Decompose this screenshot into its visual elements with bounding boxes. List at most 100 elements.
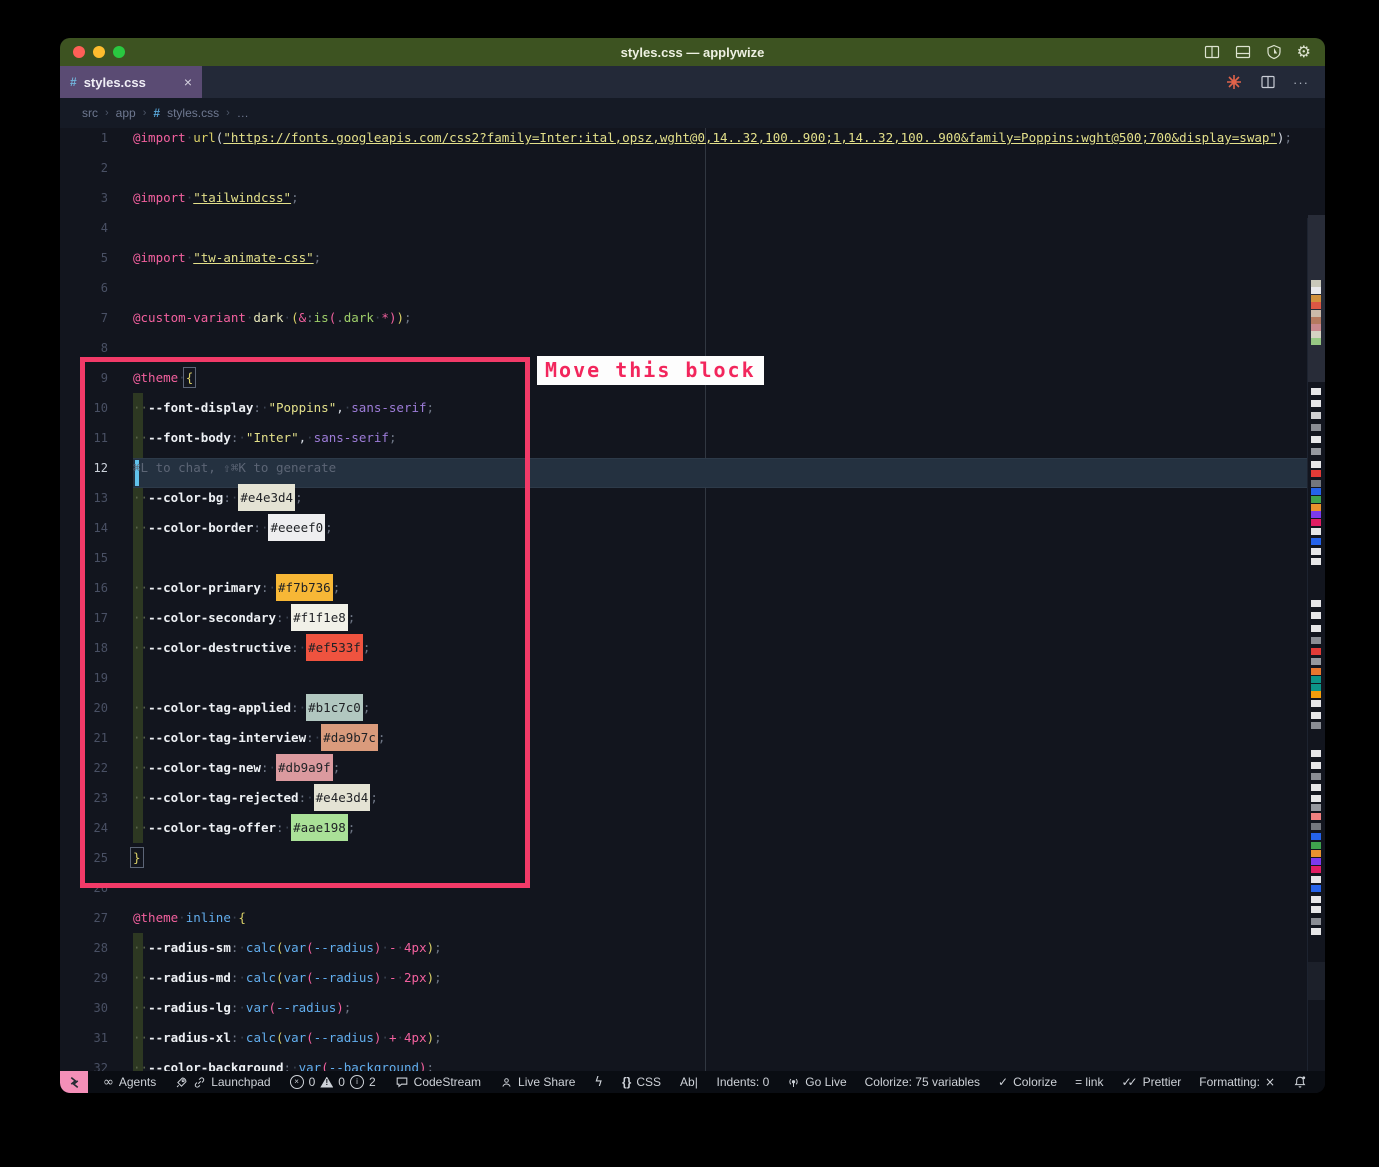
code-line-21[interactable]: 21··--color-tag-interview:·#da9b7c; [60,723,1325,753]
code-line-8[interactable]: 8 [60,333,1325,363]
code-line-3[interactable]: 3@import·"tailwindcss"; [60,183,1325,213]
code-text: ··--font-body:·"Inter",·sans-serif; [133,423,396,453]
minimap-chip [1311,528,1321,535]
code-line-20[interactable]: 20··--color-tag-applied:·#b1c7c0; [60,693,1325,723]
tab-styles-css[interactable]: # styles.css × [60,66,202,98]
code-line-4[interactable]: 4 [60,213,1325,243]
status-item-agents[interactable]: ∞Agents [103,1075,156,1090]
minimap-chip [1311,691,1321,698]
code-line-26[interactable]: 26 [60,873,1325,903]
status-item-indents[interactable]: Indents: 0 [717,1075,770,1089]
chevron-right-icon: › [143,107,147,119]
minimap-chip [1311,496,1321,503]
minimap-chip [1311,470,1321,477]
status-item-formatting[interactable]: Formatting:× [1199,1075,1275,1089]
minimap-chip [1311,324,1321,331]
minimap-chip [1311,813,1321,820]
code-text: } [133,843,141,873]
code-line-28[interactable]: 28··--radius-sm:·calc(var(--radius)·-·4p… [60,933,1325,963]
code-line-12[interactable]: 12⌘L to chat, ⇧⌘K to generate [60,453,1325,483]
split-editor-icon[interactable] [1260,74,1276,90]
layout-columns-icon[interactable] [1204,44,1220,60]
minimap-chip [1311,750,1321,757]
minimap-chip [1311,600,1321,607]
status-item-live-share[interactable]: Live Share [500,1075,575,1089]
code-line-22[interactable]: 22··--color-tag-new:·#db9a9f; [60,753,1325,783]
code-line-30[interactable]: 30··--radius-lg:·var(--radius); [60,993,1325,1023]
line-number: 32 [60,1053,108,1071]
status-item-codestream[interactable]: CodeStream [395,1075,481,1089]
code-line-6[interactable]: 6 [60,273,1325,303]
status-label: Colorize: 75 variables [865,1075,980,1089]
minimap-chip [1311,436,1321,443]
code-line-25[interactable]: 25} [60,843,1325,873]
layout-panel-icon[interactable] [1235,44,1251,60]
status-item-problems[interactable]: ×0!0i2 [290,1075,376,1089]
code-line-23[interactable]: 23··--color-tag-rejected:·#e4e3d4; [60,783,1325,813]
check-icon: ✓ [998,1075,1008,1089]
breadcrumb-symbol[interactable]: … [237,106,249,120]
shield-icon[interactable] [1266,44,1282,60]
status-item-notifications[interactable] [1293,1075,1307,1089]
code-line-1[interactable]: 1@import·url("https://fonts.googleapis.c… [60,128,1325,153]
status-item-word-wrap[interactable]: Ab| [680,1075,698,1089]
error-icon: × [290,1075,304,1089]
code-line-24[interactable]: 24··--color-tag-offer:·#aae198; [60,813,1325,843]
minimap-chip [1311,480,1321,487]
code-text: ··--color-destructive:·#ef533f; [133,633,370,663]
code-line-14[interactable]: 14··--color-border:·#eeeef0; [60,513,1325,543]
status-label: CodeStream [414,1075,481,1089]
line-number: 20 [60,693,108,723]
code-text: @import·"tw-animate-css"; [133,243,321,273]
code-line-18[interactable]: 18··--color-destructive:·#ef533f; [60,633,1325,663]
double-check-icon: ✓✓ [1121,1075,1137,1089]
line-number: 12 [60,453,108,483]
minimap-chip [1311,658,1321,665]
code-line-13[interactable]: 13··--color-bg:·#e4e3d4; [60,483,1325,513]
line-number: 1 [60,128,108,153]
breadcrumb-src[interactable]: src [82,106,98,120]
gear-icon[interactable]: ⚙ [1297,44,1311,60]
status-item-lightning[interactable]: ϟ [594,1075,603,1090]
status-item-launchpad[interactable]: Launchpad [175,1075,270,1089]
tab-label: styles.css [84,75,146,90]
tab-close-icon[interactable]: × [184,74,192,90]
code-text: ··--color-tag-interview:·#da9b7c; [133,723,385,753]
code-line-10[interactable]: 10··--font-display:·"Poppins",·sans-seri… [60,393,1325,423]
infinity-icon: ∞ [103,1075,114,1090]
code-line-11[interactable]: 11··--font-body:·"Inter",·sans-serif; [60,423,1325,453]
code-editor[interactable]: 1@import·url("https://fonts.googleapis.c… [60,128,1325,1071]
status-label: Prettier [1143,1075,1182,1089]
minimap-chip [1311,504,1321,511]
status-item-go-live[interactable]: Go Live [787,1075,846,1089]
code-line-16[interactable]: 16··--color-primary:·#f7b736; [60,573,1325,603]
status-item-colorize-count[interactable]: Colorize: 75 variables [865,1075,980,1089]
minimap-chip [1311,280,1321,287]
code-line-7[interactable]: 7@custom-variant·dark·(&:is(.dark·*)); [60,303,1325,333]
code-text: @theme·inline·{ [133,903,246,933]
code-line-29[interactable]: 29··--radius-md:·calc(var(--radius)·-·2p… [60,963,1325,993]
code-line-19[interactable]: 19 [60,663,1325,693]
status-item-link-mode[interactable]: = link [1075,1075,1103,1089]
code-line-9[interactable]: 9@theme·{ [60,363,1325,393]
breadcrumb-file[interactable]: styles.css [167,106,219,120]
starburst-icon[interactable] [1225,73,1243,91]
minimap[interactable] [1307,218,1325,1071]
code-line-27[interactable]: 27@theme·inline·{ [60,903,1325,933]
minimap-chip [1311,712,1321,719]
code-line-32[interactable]: 32··--color-background:·var(--background… [60,1053,1325,1071]
minimap-chip [1311,461,1321,468]
code-line-2[interactable]: 2 [60,153,1325,183]
status-item-css-mode[interactable]: {}CSS [622,1075,661,1089]
status-item-prettier[interactable]: ✓✓ Prettier [1121,1075,1181,1089]
breadcrumb-app[interactable]: app [116,106,136,120]
minimap-chip [1311,548,1321,555]
status-item-colorize[interactable]: ✓Colorize [998,1075,1057,1089]
status-item-remote[interactable] [60,1071,88,1093]
braces-icon: {} [622,1075,631,1089]
code-line-15[interactable]: 15 [60,543,1325,573]
code-line-5[interactable]: 5@import·"tw-animate-css"; [60,243,1325,273]
more-actions-button[interactable]: ··· [1293,75,1309,90]
code-line-17[interactable]: 17··--color-secondary:·#f1f1e8; [60,603,1325,633]
code-line-31[interactable]: 31··--radius-xl:·calc(var(--radius)·+·4p… [60,1023,1325,1053]
